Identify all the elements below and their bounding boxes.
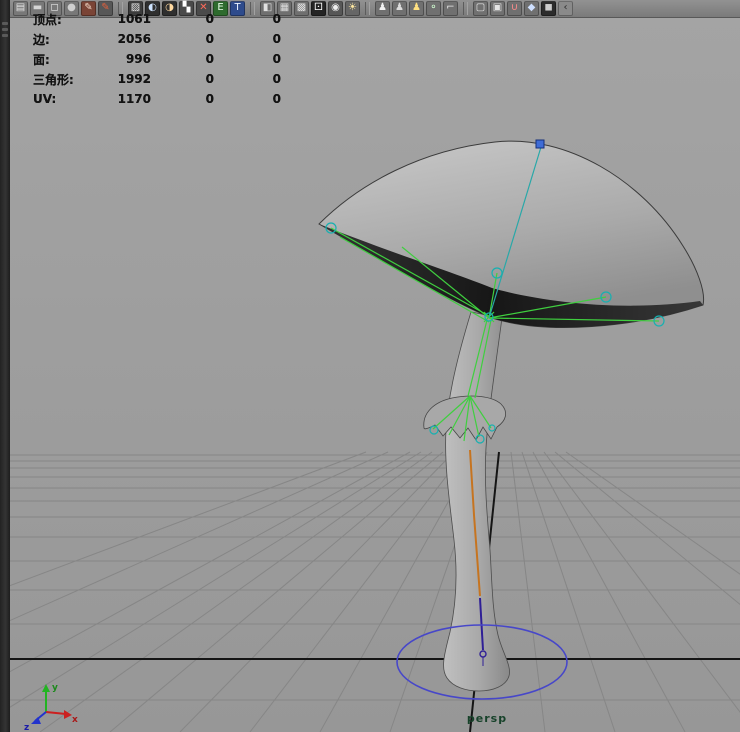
hud-row-label: UV: — [33, 92, 95, 106]
icon-glyph: ⚀ — [314, 3, 323, 13]
character-run-icon[interactable]: ♟ — [392, 1, 407, 16]
hud-row: 三角形: 1992 0 0 — [33, 69, 281, 89]
icon-glyph: ∪ — [511, 3, 518, 13]
hud-row-label: 边: — [33, 31, 95, 48]
poly-count-hud: 顶点: 1061 0 0 边: 2056 0 0 面: 996 0 0 三角形: — [33, 9, 281, 109]
icon-glyph: ▢ — [476, 3, 485, 13]
hud-total-value: 1170 — [95, 92, 151, 106]
hud-row: UV: 1170 0 0 — [33, 89, 281, 109]
selected-joint-marker — [536, 140, 544, 148]
hud-component-value: 0 — [214, 32, 281, 46]
snap-point-icon[interactable]: ◆ — [524, 1, 539, 16]
hud-total-value: 1992 — [95, 72, 151, 86]
viewport-background[interactable] — [0, 0, 740, 732]
hud-component-value: 0 — [214, 92, 281, 106]
hud-total-value: 2056 — [95, 32, 151, 46]
textured-cube-icon[interactable]: ▩ — [294, 1, 309, 16]
drag-handle-dot — [2, 22, 8, 25]
magnet-icon[interactable]: ∪ — [507, 1, 522, 16]
icon-glyph: ☀ — [348, 3, 357, 13]
hud-selected-value: 0 — [151, 72, 214, 86]
hud-selected-value: 0 — [151, 32, 214, 46]
checker-sphere-icon[interactable]: ◉ — [328, 1, 343, 16]
icon-glyph: ♟ — [395, 3, 404, 13]
hud-component-value: 0 — [214, 52, 281, 66]
light-icon[interactable]: ☀ — [345, 1, 360, 16]
dice-icon[interactable]: ⚀ — [311, 1, 326, 16]
icon-glyph: ◉ — [331, 3, 340, 13]
toolbar-separator — [365, 2, 370, 15]
hud-component-value: 0 — [214, 12, 281, 26]
cube-outline-icon[interactable]: ▢ — [473, 1, 488, 16]
toolbox-strip[interactable] — [0, 0, 10, 732]
axis-x-label: x — [72, 715, 78, 725]
hud-row: 顶点: 1061 0 0 — [33, 9, 281, 29]
ik-handle-icon[interactable]: ⌐ — [443, 1, 458, 16]
shelf-tab-icon[interactable]: ▤ — [13, 1, 28, 16]
hud-total-value: 1061 — [95, 12, 151, 26]
icon-glyph: ♟ — [412, 3, 421, 13]
hud-selected-value: 0 — [151, 52, 214, 66]
hud-selected-value: 0 — [151, 12, 214, 26]
maya-window: y x z persp ▤ ▬ ◻ — [0, 0, 740, 732]
drag-handle-dot — [2, 34, 8, 37]
viewport-canvas[interactable]: y x z persp — [0, 0, 740, 732]
hud-total-value: 996 — [95, 52, 151, 66]
joint-icon[interactable]: ⚬ — [426, 1, 441, 16]
icon-glyph: ▤ — [16, 3, 25, 13]
hud-row: 边: 2056 0 0 — [33, 29, 281, 49]
hud-selected-value: 0 — [151, 92, 214, 106]
camera-label: persp — [467, 712, 507, 725]
hud-row: 面: 996 0 0 — [33, 49, 281, 69]
hud-row-label: 面: — [33, 51, 95, 68]
icon-glyph: ♟ — [378, 3, 387, 13]
toolbar-separator — [463, 2, 468, 15]
icon-glyph: ▩ — [297, 3, 306, 13]
axis-z-label: z — [24, 723, 29, 732]
hud-row-label: 顶点: — [33, 11, 95, 28]
collapse-arrow-icon[interactable]: ‹ — [558, 1, 573, 16]
cube-stack-icon[interactable]: ▣ — [490, 1, 505, 16]
icon-glyph: ‹ — [564, 3, 568, 13]
axis-y-label: y — [52, 683, 58, 693]
icon-glyph: ⚬ — [429, 3, 437, 13]
hud-row-label: 三角形: — [33, 71, 95, 88]
icon-glyph: ▣ — [493, 3, 502, 13]
drag-handle-dot — [2, 28, 8, 31]
black-cube-icon[interactable]: ◼ — [541, 1, 556, 16]
icon-glyph: ◼ — [544, 3, 552, 13]
icon-glyph: ⌐ — [446, 3, 454, 13]
icon-glyph: ◆ — [528, 3, 536, 13]
hud-component-value: 0 — [214, 72, 281, 86]
character-icon[interactable]: ♟ — [375, 1, 390, 16]
icon-glyph: ▦ — [280, 3, 289, 13]
character-star-icon[interactable]: ♟ — [409, 1, 424, 16]
